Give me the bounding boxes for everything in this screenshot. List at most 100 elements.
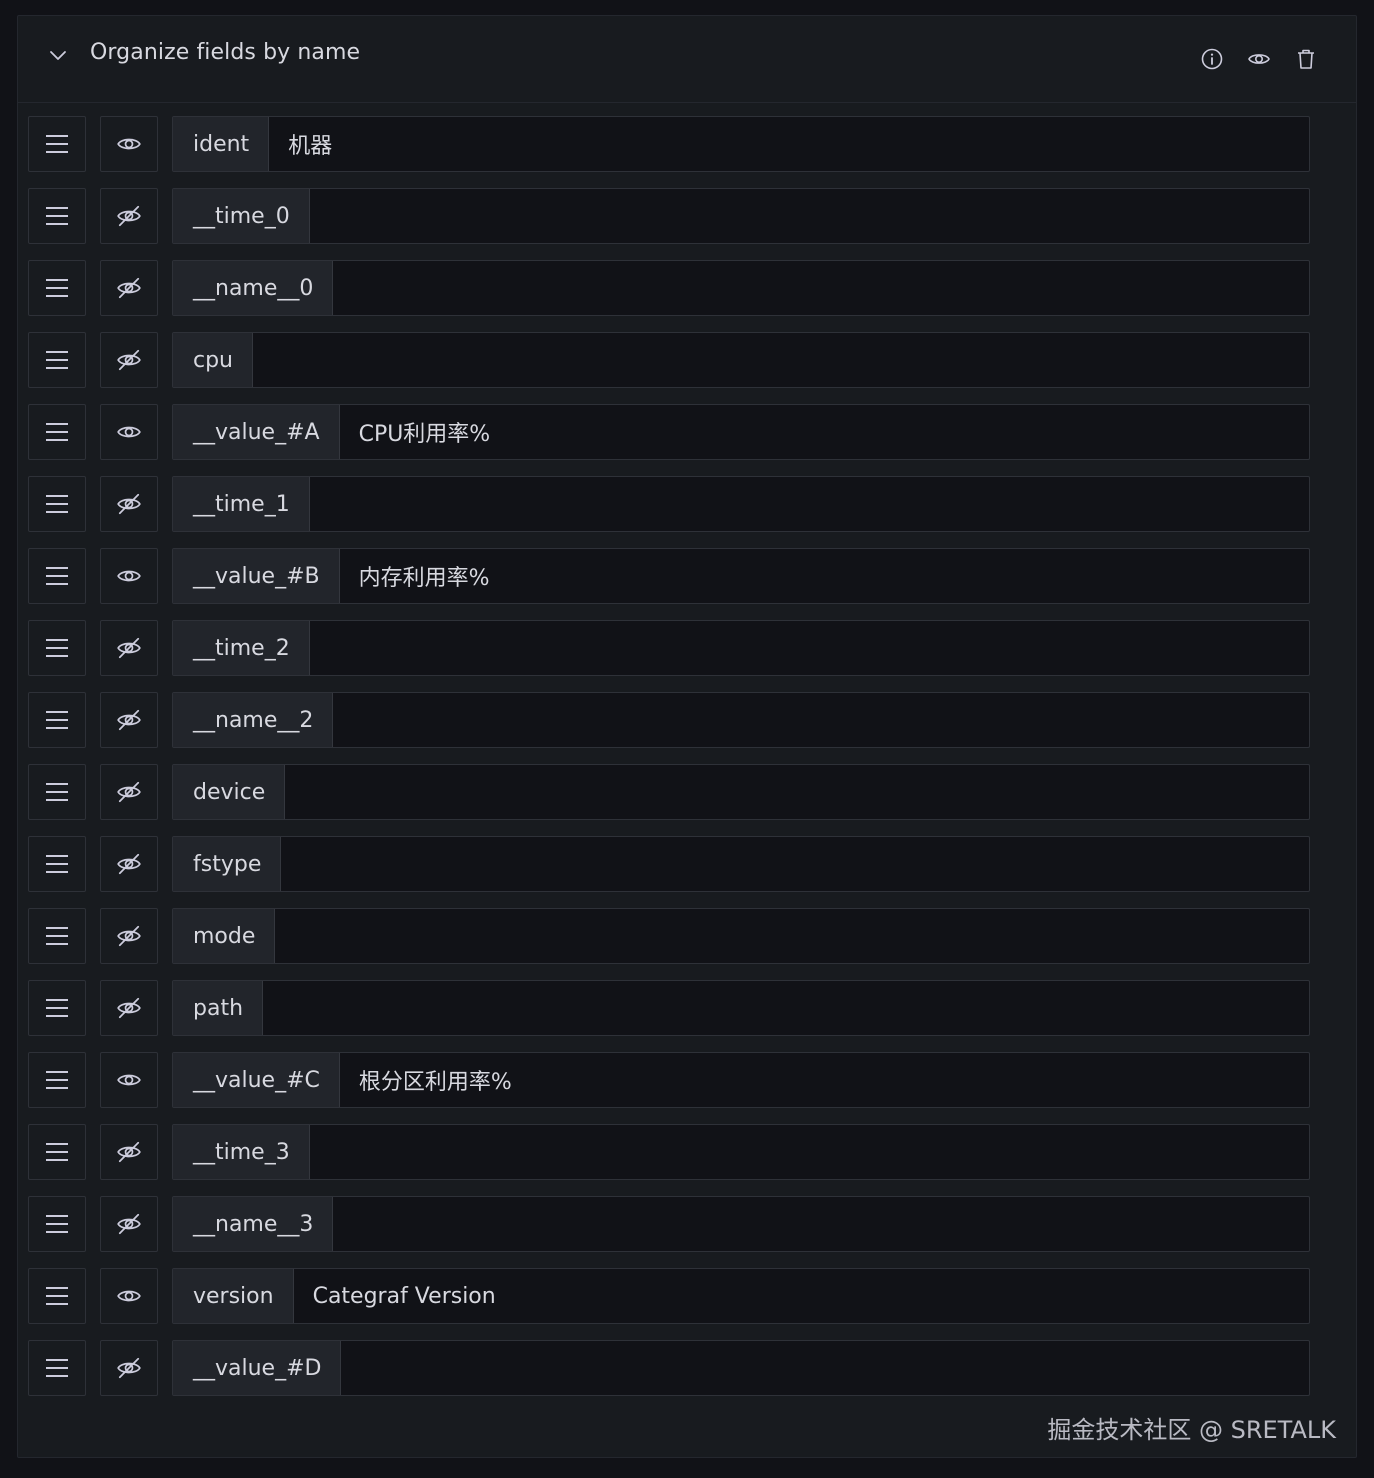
field-name: __value_#C [173,1053,340,1107]
eye-off-icon[interactable] [100,188,158,244]
trash-icon[interactable] [1294,47,1318,71]
field-rename-group: __value_#D [172,1340,1310,1396]
panel-header: Organize fields by name [18,16,1356,103]
rename-input[interactable] [333,693,1309,747]
field-name: ident [173,117,270,171]
eye-icon[interactable] [1247,47,1271,71]
eye-off-icon[interactable] [100,1340,158,1396]
eye-off-icon[interactable] [100,764,158,820]
rename-input[interactable] [309,621,1309,675]
rename-input[interactable] [263,981,1309,1035]
eye-off-icon[interactable] [100,1124,158,1180]
rename-input[interactable] [269,117,1309,171]
field-rename-group: device [172,764,1310,820]
field-row: __time_3 [28,1124,1310,1180]
field-name: fstype [173,837,282,891]
eye-icon[interactable] [100,404,158,460]
field-rename-group: fstype [172,836,1310,892]
field-rename-group: __name__0 [172,260,1310,316]
rename-input[interactable] [285,765,1309,819]
drag-handle-icon[interactable] [28,404,86,460]
eye-off-icon[interactable] [100,260,158,316]
eye-off-icon[interactable] [100,332,158,388]
rename-input[interactable] [309,1125,1309,1179]
drag-handle-icon[interactable] [28,764,86,820]
drag-handle-icon[interactable] [28,908,86,964]
rename-input[interactable] [333,1197,1309,1251]
eye-off-icon[interactable] [100,1196,158,1252]
drag-handle-icon[interactable] [28,260,86,316]
eye-icon[interactable] [100,116,158,172]
field-row: __value_#C [28,1052,1310,1108]
drag-handle-icon[interactable] [28,1124,86,1180]
field-row: __name__0 [28,260,1310,316]
drag-handle-icon[interactable] [28,548,86,604]
transform-title: Organize fields by name [90,40,361,65]
rename-input[interactable] [339,549,1309,603]
eye-icon[interactable] [100,1052,158,1108]
chevron-down-icon[interactable] [48,46,68,66]
drag-handle-icon[interactable] [28,836,86,892]
eye-off-icon[interactable] [100,620,158,676]
field-rename-group: cpu [172,332,1310,388]
field-row: __time_1 [28,476,1310,532]
eye-off-icon[interactable] [100,908,158,964]
rename-input[interactable] [339,1053,1309,1107]
rename-input[interactable] [275,909,1309,963]
field-rename-group: __time_3 [172,1124,1310,1180]
rename-input[interactable] [339,405,1309,459]
field-rename-group: mode [172,908,1310,964]
field-row: __name__2 [28,692,1310,748]
field-row: device [28,764,1310,820]
field-row: __value_#B [28,548,1310,604]
eye-off-icon[interactable] [100,980,158,1036]
field-rename-group: ident [172,116,1310,172]
info-icon[interactable] [1200,47,1224,71]
field-rename-group: __name__3 [172,1196,1310,1252]
drag-handle-icon[interactable] [28,476,86,532]
field-name: __name__2 [173,693,334,747]
header-actions [1200,47,1318,71]
drag-handle-icon[interactable] [28,332,86,388]
field-name: __value_#A [173,405,340,459]
field-row: version [28,1268,1310,1324]
drag-handle-icon[interactable] [28,1052,86,1108]
drag-handle-icon[interactable] [28,1268,86,1324]
field-row: path [28,980,1310,1036]
eye-off-icon[interactable] [100,692,158,748]
eye-off-icon[interactable] [100,836,158,892]
drag-handle-icon[interactable] [28,620,86,676]
field-name: device [173,765,286,819]
field-name: __time_1 [173,477,310,531]
rename-input[interactable] [253,333,1309,387]
eye-icon[interactable] [100,548,158,604]
field-name: path [173,981,264,1035]
field-name: __value_#D [173,1341,342,1395]
field-rename-group: __time_0 [172,188,1310,244]
eye-icon[interactable] [100,1268,158,1324]
rename-input[interactable] [309,189,1309,243]
field-name: mode [173,909,276,963]
drag-handle-icon[interactable] [28,188,86,244]
rename-input[interactable] [341,1341,1309,1395]
field-name: cpu [173,333,254,387]
field-row: __name__3 [28,1196,1310,1252]
field-rename-group: __value_#B [172,548,1310,604]
drag-handle-icon[interactable] [28,1340,86,1396]
rename-input[interactable] [333,261,1309,315]
field-row: cpu [28,332,1310,388]
field-list: ident __time_0 __name__0cpu __value_#A __tim… [28,116,1310,1412]
rename-input[interactable] [281,837,1309,891]
field-rename-group: __name__2 [172,692,1310,748]
field-name: version [173,1269,294,1323]
rename-input[interactable] [309,477,1309,531]
rename-input[interactable] [293,1269,1309,1323]
field-name: __time_3 [173,1125,310,1179]
drag-handle-icon[interactable] [28,980,86,1036]
field-row: ident [28,116,1310,172]
field-rename-group: version [172,1268,1310,1324]
drag-handle-icon[interactable] [28,116,86,172]
drag-handle-icon[interactable] [28,692,86,748]
eye-off-icon[interactable] [100,476,158,532]
drag-handle-icon[interactable] [28,1196,86,1252]
